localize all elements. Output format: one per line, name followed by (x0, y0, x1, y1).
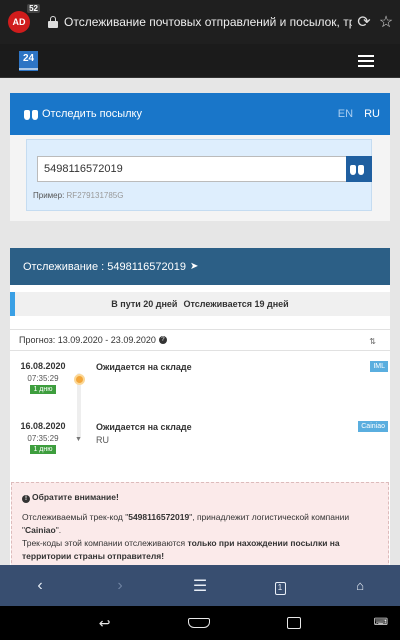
track-input-panel: Пример: RF279131785G (26, 139, 372, 211)
notice-text: Трек-коды этой компании отслеживаются (22, 538, 188, 548)
event-days-badge: 1 дню (30, 445, 56, 454)
timeline-end-arrow: ▼ (75, 436, 82, 443)
tabs-icon: 1 (274, 581, 286, 595)
carrier-badge[interactable]: Cainiao (358, 421, 388, 432)
event-status: Ожидается на складе (96, 422, 192, 432)
event-date: 16.08.2020 (20, 421, 66, 431)
tracking-result-header: Отслеживание : 5498116572019 ➤ (10, 248, 390, 285)
tabs-button[interactable]: 1 (240, 577, 320, 595)
reload-icon[interactable]: ⟳ (354, 12, 374, 32)
track-card-title: Отследить посылку (42, 108, 142, 120)
browser-bottom-bar: ‹ › ☰ 1 ⌂ (0, 565, 400, 606)
notice-company: Cainiao (25, 525, 56, 535)
event-date-block: 16.08.2020 07:35:29 1 дню (16, 421, 70, 454)
notice-title: ! Обратите внимание! (22, 491, 378, 504)
track-card-header: Отследить посылку EN RU (10, 93, 390, 135)
lang-ru-link[interactable]: RU (364, 108, 380, 120)
notice-text: ". (55, 525, 62, 535)
android-recents-icon[interactable] (287, 617, 302, 629)
info-icon[interactable]: ? (158, 336, 167, 344)
event-time: 07:35:29 (27, 374, 59, 383)
android-nav-bar: ↩ ⌨ (0, 606, 400, 640)
adblock-icon[interactable]: AD 52 (8, 4, 40, 33)
example-hint: Пример: RF279131785G (33, 191, 123, 200)
example-label: Пример: (33, 191, 65, 200)
site-logo[interactable]: 24 (19, 51, 38, 71)
menu-icon[interactable]: ☰ (160, 576, 240, 596)
notice-line-1: Отслеживаемый трек-код "5498116572019", … (22, 511, 378, 537)
android-back-icon[interactable]: ↩ (99, 615, 111, 632)
exclamation-icon: ! (22, 495, 30, 503)
notice-track-code: 5498116572019 (128, 512, 190, 522)
sort-icon[interactable]: ⇅ (369, 337, 376, 346)
event-days-badge: 1 дню (30, 385, 56, 394)
paper-plane-icon[interactable]: ➤ (190, 261, 198, 272)
notification-badge: 52 (27, 4, 40, 13)
tracking-number-input[interactable] (37, 156, 347, 182)
progress-fill (10, 292, 15, 316)
lang-en-link[interactable]: EN (338, 108, 353, 120)
tracked-days-text: Отслеживается 19 дней (183, 299, 289, 309)
event-location: RU (96, 435, 109, 445)
site-header: 24 (0, 44, 400, 78)
notice-line-2: Трек-коды этой компании отслеживаются то… (22, 537, 378, 563)
star-icon[interactable]: ☆ (376, 12, 396, 32)
hamburger-menu-icon[interactable] (358, 55, 374, 67)
event-status: Ожидается на складе (96, 362, 192, 372)
example-code[interactable]: RF279131785G (67, 191, 124, 200)
forward-icon[interactable]: › (80, 577, 160, 595)
notice-text: Отслеживаемый трек-код " (22, 512, 129, 522)
tracking-title: Отслеживание : 5498116572019 (23, 260, 186, 273)
in-transit-text: В пути 20 дней (111, 299, 178, 309)
event-time: 07:35:29 (27, 434, 59, 443)
transit-progress-bar: В пути 20 дней Отслеживается 19 дней (10, 292, 390, 316)
search-button[interactable] (346, 156, 372, 182)
attention-notice: ! Обратите внимание! Отслеживаемый трек-к… (11, 482, 389, 568)
notice-title-text: Обратите внимание! (32, 492, 119, 502)
tracking-result-card: Отслеживание : 5498116572019 ➤ В пути 20… (10, 248, 390, 568)
address-bar[interactable]: Отслеживание почтовых отправлений и посы… (64, 15, 352, 29)
back-icon[interactable]: ‹ (0, 577, 80, 595)
track-parcel-card: Отследить посылку EN RU Пример: RF279131… (10, 93, 390, 221)
home-icon: ⌂ (356, 577, 364, 593)
browser-toolbar: AD 52 Отслеживание почтовых отправлений и… (0, 0, 400, 44)
event-date-block: 16.08.2020 07:35:29 1 дню (16, 361, 70, 394)
keyboard-icon[interactable]: ⌨ (374, 617, 388, 628)
language-switcher: EN RU (330, 108, 380, 120)
forecast-row: Прогноз: 13.09.2020 - 23.09.2020 ? ⇅ (10, 329, 390, 351)
carrier-badge[interactable]: IML (370, 361, 388, 372)
android-home-icon[interactable] (187, 618, 210, 628)
timeline-active-dot (74, 374, 85, 385)
event-date: 16.08.2020 (20, 361, 66, 371)
binoculars-icon (24, 107, 38, 121)
home-button[interactable]: ⌂ (320, 577, 400, 595)
binoculars-icon (350, 162, 364, 176)
logo-text: 24 (22, 53, 35, 64)
lock-icon (48, 16, 58, 28)
forecast-text: Прогноз: 13.09.2020 - 23.09.2020 (19, 335, 156, 345)
